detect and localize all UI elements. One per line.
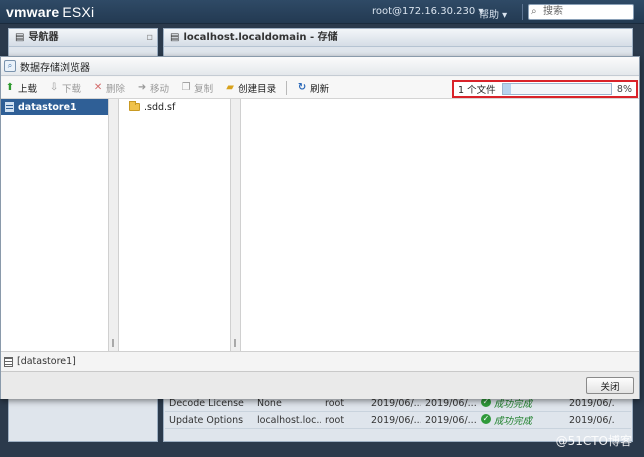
datastore-icon [5, 102, 14, 112]
pane-splitter[interactable]: ‖ [109, 99, 119, 351]
folder-list: .sdd.sf [119, 99, 231, 351]
datastore-browser-icon: ⌕ [4, 60, 16, 72]
task-cell-initiator: root [325, 414, 345, 426]
download-label: 下载 [62, 83, 82, 95]
task-cell-task: Decode License [169, 397, 244, 409]
navigator-icon: ▤ [15, 32, 25, 43]
dialog-titlebar: ⌕ 数据存储浏览器 [1, 57, 639, 76]
progress-file-count: 1 个文件 [458, 85, 496, 96]
task-cell-completed: 2019/06/... [569, 414, 615, 426]
storage-title: localhost.localdomain - 存储 [183, 32, 338, 43]
progress-percent: 8% [616, 83, 632, 95]
copy-label: 复制 [194, 83, 214, 95]
divider [522, 4, 523, 20]
upload-button[interactable]: ⬆ 上载 [5, 81, 37, 95]
task-cell-result: ✓ 成功完成 [477, 413, 565, 427]
task-cell-target: localhost.loc... [257, 414, 321, 426]
navigator-header: ▤ 导航器 ▫ [9, 29, 157, 47]
datastore-list: datastore1 [1, 99, 109, 351]
success-check-icon: ✓ [481, 414, 491, 424]
datastore-browser-dialog: ⌕ 数据存储浏览器 ⬆ 上载 ⇩ 下载 ✕ 删除 ➜ 移动 ❐ 复制 ▰ 创建目… [0, 56, 640, 399]
folder-item[interactable]: .sdd.sf [119, 99, 230, 115]
datastore-icon [4, 356, 13, 367]
storage-header: ▤ localhost.localdomain - 存储 [164, 29, 632, 47]
logo-product-text: ESXi [62, 4, 95, 20]
help-menu[interactable]: 帮助 ▾ [479, 6, 507, 21]
watermark: @51CTO博客 [555, 434, 632, 448]
delete-button[interactable]: ✕ 删除 [93, 81, 125, 95]
dialog-title: 数据存储浏览器 [20, 62, 90, 74]
datastore-name: datastore1 [18, 101, 77, 113]
upload-arrow-icon: ⬆ [5, 82, 15, 93]
pin-icon[interactable]: ▫ [146, 29, 153, 46]
task-cell-started: 2019/06/... [425, 414, 477, 426]
close-button[interactable]: 关闭 [586, 377, 634, 394]
splitter-grip-icon: ‖ [111, 338, 115, 347]
search-placeholder: 搜索 [543, 6, 563, 17]
dialog-footer: 关闭 [1, 371, 639, 399]
progress-bar-fill [502, 84, 512, 94]
progress-bar [501, 83, 612, 95]
refresh-icon: ↻ [297, 82, 307, 93]
delete-icon: ✕ [93, 82, 103, 93]
move-button[interactable]: ➜ 移动 [137, 81, 169, 95]
navigator-title: 导航器 [28, 32, 59, 43]
toolbar-divider [286, 80, 288, 95]
task-cell-queued: 2019/06/... [371, 414, 421, 426]
move-label: 移动 [150, 83, 170, 95]
file-list [241, 99, 639, 351]
task-cell-initiator: root [325, 397, 345, 409]
move-icon: ➜ [137, 82, 147, 93]
task-cell-task: Update Options [169, 414, 244, 426]
create-directory-button[interactable]: ▰ 创建目录 [225, 81, 276, 95]
task-cell-target: None [257, 397, 282, 409]
vmware-logo: vmware ESXi [6, 4, 94, 20]
folder-icon [129, 101, 140, 111]
host-icon: ▤ [170, 32, 180, 43]
download-button[interactable]: ⇩ 下载 [49, 81, 81, 95]
logo-vmware-text: vmware [6, 4, 60, 20]
splitter-grip-icon: ‖ [233, 338, 237, 347]
copy-icon: ❐ [181, 82, 191, 93]
new-folder-icon: ▰ [226, 82, 234, 93]
refresh-button[interactable]: ↻ 刷新 [297, 81, 329, 95]
pane-splitter[interactable]: ‖ [231, 99, 241, 351]
path-statusbar: [datastore1] [1, 351, 639, 371]
current-path: [datastore1] [17, 356, 76, 367]
task-result-text: 成功完成 [494, 399, 533, 410]
datastore-item[interactable]: datastore1 [1, 99, 108, 115]
folder-name: .sdd.sf [144, 101, 176, 113]
task-cell-started: 2019/06/... [425, 397, 477, 409]
search-input[interactable]: ⌕ 搜索 [528, 4, 634, 20]
task-row[interactable]: Update Options localhost.loc... root 2019/0… [165, 412, 631, 429]
upload-progress: 1 个文件 8% [452, 80, 638, 98]
task-result-text: 成功完成 [494, 416, 533, 427]
top-bar: vmware ESXi root@172.16.30.230 ▾ 帮助 ▾ ⌕ 搜… [0, 0, 644, 24]
download-icon: ⇩ [49, 82, 59, 93]
upload-label: 上载 [18, 83, 38, 95]
copy-button[interactable]: ❐ 复制 [181, 81, 214, 95]
delete-label: 删除 [106, 83, 126, 95]
recent-tasks-table: Decode License None root 2019/06/... 2019/06… [165, 395, 631, 429]
user-menu[interactable]: root@172.16.30.230 ▾ [372, 6, 483, 17]
create-directory-label: 创建目录 [238, 83, 277, 95]
search-icon: ⌕ [531, 6, 537, 17]
refresh-label: 刷新 [310, 83, 330, 95]
task-cell-completed: 2019/06/... [569, 397, 615, 409]
task-cell-queued: 2019/06/... [371, 397, 421, 409]
